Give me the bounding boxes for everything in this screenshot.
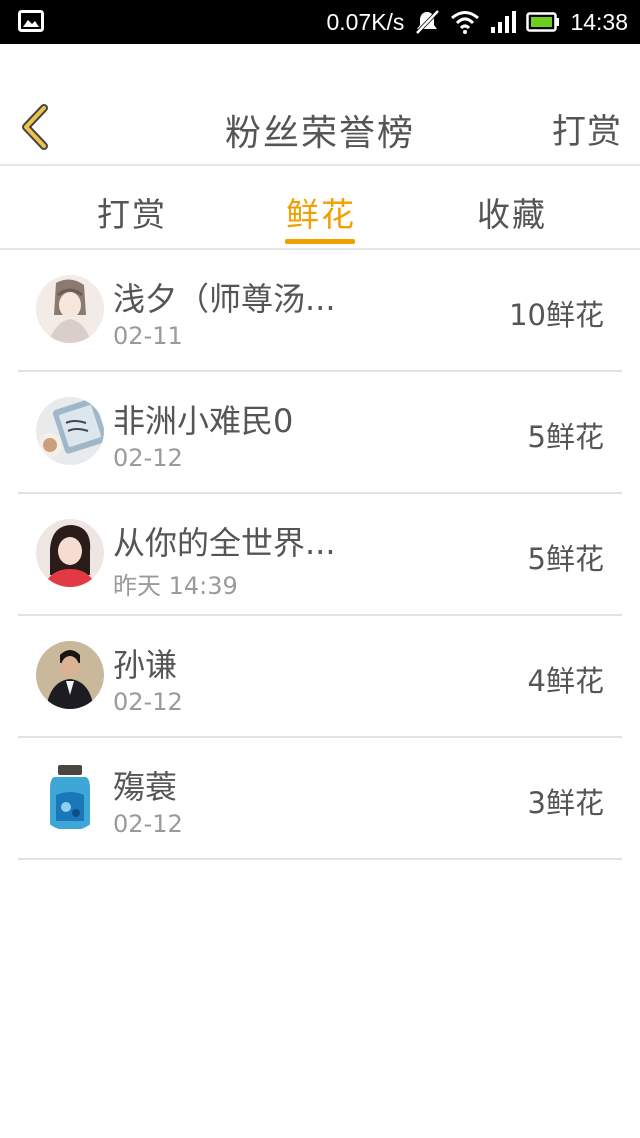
network-speed: 0.07K/s [326, 8, 405, 35]
tab-favorites[interactable]: 收藏 [477, 188, 547, 236]
header: 粉丝荣誉榜 打赏 [0, 44, 640, 164]
avatar [36, 275, 104, 343]
flower-count: 5鲜花 [527, 420, 604, 454]
list-item[interactable]: 浅夕（师尊汤... 02-11 10鲜花 [18, 250, 622, 372]
flower-count: 5鲜花 [527, 542, 604, 576]
fan-date: 02-12 [113, 688, 183, 716]
gallery-icon [18, 10, 44, 32]
signal-icon [490, 10, 517, 34]
list-item[interactable]: 殤蓑 02-12 3鲜花 [18, 738, 622, 860]
fan-date: 02-12 [113, 810, 183, 838]
wifi-icon [450, 10, 480, 34]
active-tab-indicator [285, 239, 355, 244]
fan-name: 非洲小难民0 [113, 402, 294, 440]
list-item[interactable]: 孙谦 02-12 4鲜花 [18, 616, 622, 738]
flower-count: 3鲜花 [527, 786, 604, 820]
fan-name: 孙谦 [113, 646, 178, 684]
avatar [36, 763, 104, 831]
flower-count: 10鲜花 [509, 298, 604, 332]
fan-name: 浅夕（师尊汤... [113, 280, 336, 318]
fan-date: 02-11 [113, 322, 183, 350]
tab-bar: 打赏 鲜花 收藏 [0, 166, 640, 248]
fan-name: 殤蓑 [113, 768, 178, 806]
reward-action-button[interactable]: 打赏 [552, 104, 622, 153]
tab-reward[interactable]: 打赏 [97, 188, 167, 236]
mute-icon [414, 9, 440, 35]
clock-time: 14:38 [570, 8, 628, 35]
page-title: 粉丝荣誉榜 [224, 113, 415, 154]
fan-date: 02-12 [113, 444, 183, 472]
fan-date: 昨天 14:39 [113, 572, 238, 600]
flower-count: 4鲜花 [527, 664, 604, 698]
list-item[interactable]: 非洲小难民0 02-12 5鲜花 [18, 372, 622, 494]
avatar [36, 519, 104, 587]
avatar [36, 397, 104, 465]
avatar [36, 641, 104, 709]
fan-name: 从你的全世界... [113, 524, 336, 562]
list-item[interactable]: 从你的全世界... 昨天 14:39 5鲜花 [18, 494, 622, 616]
tab-flowers[interactable]: 鲜花 [286, 188, 356, 236]
status-bar: 0.07K/s 14:38 [0, 0, 640, 44]
battery-icon [526, 12, 560, 32]
